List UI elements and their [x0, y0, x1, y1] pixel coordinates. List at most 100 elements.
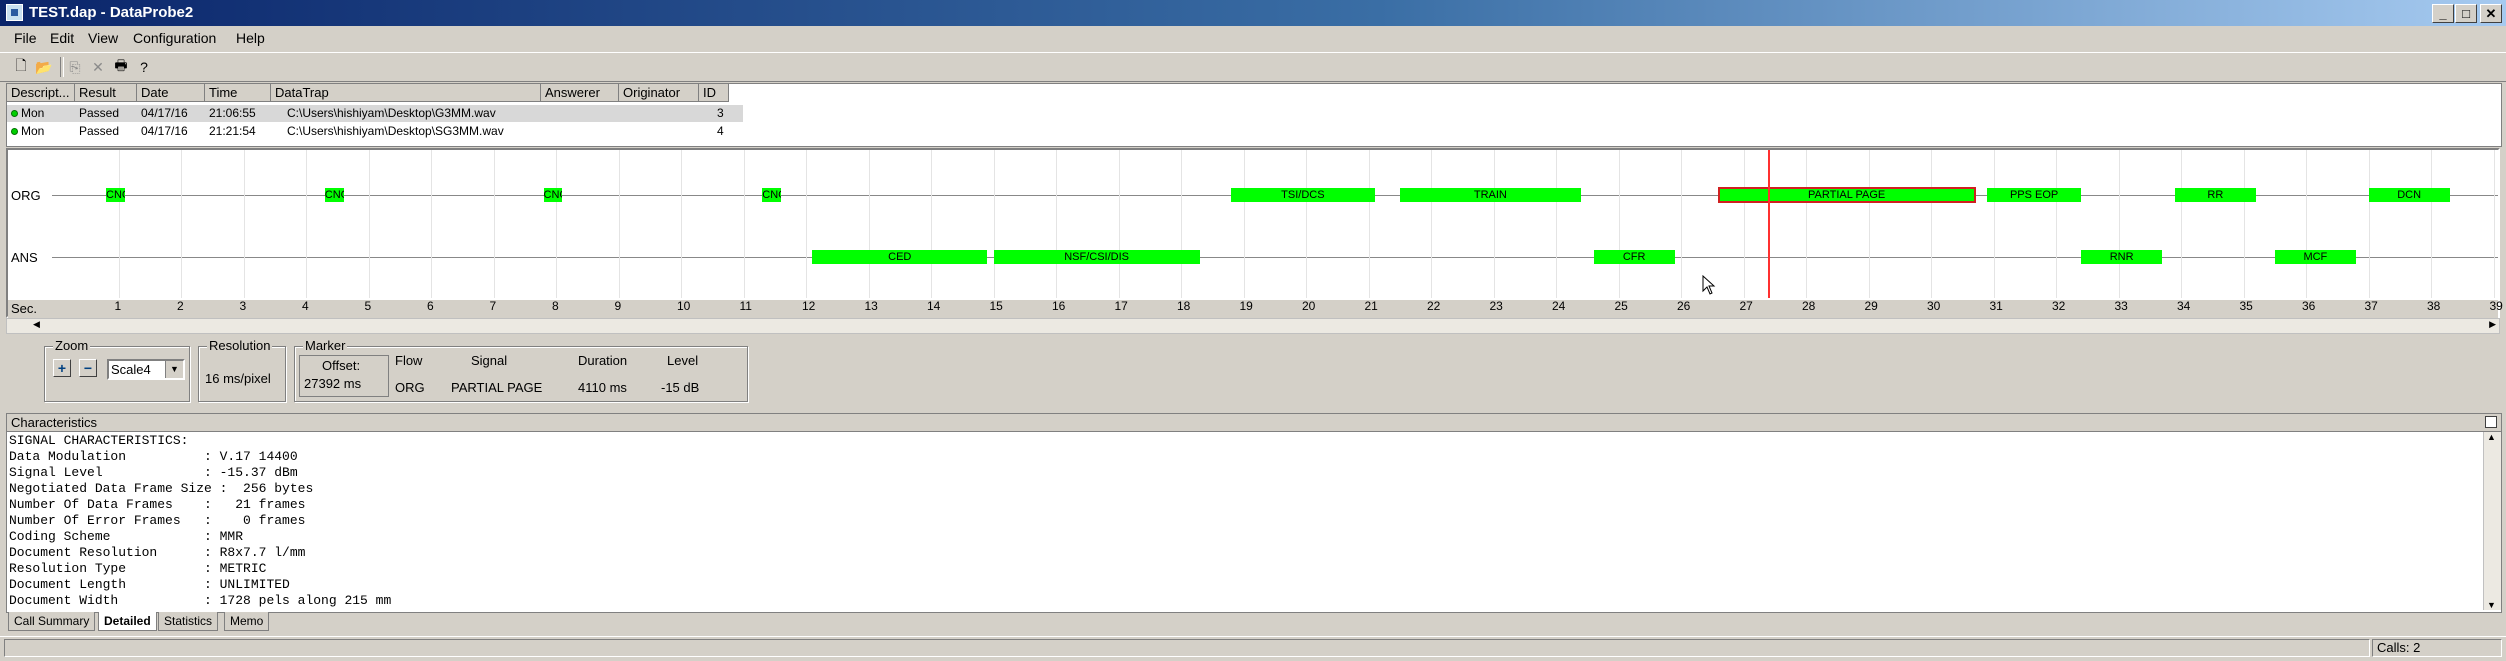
- time-tick-label: 12: [802, 299, 816, 313]
- menu-configuration[interactable]: Configuration: [133, 30, 216, 46]
- col-answerer[interactable]: Answerer: [541, 84, 619, 102]
- col-result[interactable]: Result: [75, 84, 137, 102]
- duration-value: 4110 ms: [578, 380, 627, 395]
- time-gridline: [2056, 150, 2057, 298]
- signal-ans-rnr[interactable]: RNR: [2081, 250, 2163, 264]
- tab-call-summary[interactable]: Call Summary: [8, 612, 96, 631]
- resolution-group: Resolution 16 ms/pixel: [198, 338, 286, 402]
- tab-statistics[interactable]: Statistics: [158, 612, 219, 631]
- signal-ans-ced[interactable]: CED: [812, 250, 988, 264]
- time-gridline: [181, 150, 182, 298]
- time-gridline: [681, 150, 682, 298]
- time-gridline: [618, 150, 620, 298]
- time-tick-label: 28: [1802, 299, 1816, 313]
- time-gridline: [743, 150, 745, 298]
- signal-org-tsi-dcs[interactable]: TSI/DCS: [1231, 188, 1375, 202]
- characteristic-line: Document Length : UNLIMITED: [9, 577, 290, 592]
- col-id[interactable]: ID: [699, 84, 729, 102]
- flow-header: Flow: [395, 353, 423, 368]
- status-dot-icon: [11, 110, 18, 117]
- time-gridline: [1556, 150, 1557, 298]
- signal-org-cng[interactable]: CNG: [543, 188, 563, 202]
- signal-ans-nsf-csi-dis[interactable]: NSF/CSI/DIS: [993, 250, 1200, 264]
- signal-org-rr[interactable]: RR: [2174, 188, 2256, 202]
- scroll-left-icon[interactable]: ◀: [33, 319, 40, 330]
- chevron-down-icon[interactable]: ▼: [165, 361, 183, 378]
- characteristics-header: Characteristics: [7, 414, 2501, 432]
- time-marker[interactable]: [1768, 150, 1770, 298]
- tab-detailed[interactable]: Detailed: [98, 612, 157, 631]
- time-gridline: [1056, 150, 1057, 298]
- col-originator[interactable]: Originator: [619, 84, 699, 102]
- zoom-in-button[interactable]: +: [53, 359, 71, 377]
- signal-org-pps-eop[interactable]: PPS EOP: [1987, 188, 2081, 202]
- col-date[interactable]: Date: [137, 84, 205, 102]
- restore-icon[interactable]: [2485, 416, 2497, 428]
- menu-view[interactable]: View: [88, 30, 118, 46]
- help-icon[interactable]: ?: [133, 57, 155, 77]
- cell-result: Passed: [79, 106, 120, 120]
- menu-help[interactable]: Help: [236, 30, 265, 46]
- scroll-down-icon[interactable]: ▼: [2487, 600, 2496, 610]
- time-gridline: [1118, 150, 1120, 298]
- signal-timeline[interactable]: ORG ANS Sec. 1 2 3 4 5 6 7 8 9 10 11 12 13 14 15 16 17 18…: [6, 148, 2503, 318]
- menu-file[interactable]: File: [14, 30, 37, 46]
- scroll-right-icon[interactable]: ▶: [2489, 319, 2496, 330]
- time-tick-label: 26: [1677, 299, 1691, 313]
- signal-ans-cfr[interactable]: CFR: [1593, 250, 1675, 264]
- characteristics-panel: Characteristics SIGNAL CHARACTERISTICS: D…: [6, 413, 2502, 613]
- scroll-up-icon[interactable]: ▲: [2487, 432, 2496, 442]
- signal-header: Signal: [471, 353, 508, 368]
- signal-org-partial-page[interactable]: PARTIAL PAGE: [1717, 187, 1976, 203]
- characteristics-scrollbar[interactable]: ▲ ▼: [2483, 432, 2501, 610]
- menu-bar: File Edit View Configuration Help: [0, 26, 2506, 50]
- signal-org-cng[interactable]: CNG: [762, 188, 781, 202]
- col-time[interactable]: Time: [205, 84, 271, 102]
- zoom-out-button[interactable]: −: [79, 359, 97, 377]
- timeline-hscrollbar[interactable]: ◀ ▶: [6, 318, 2500, 334]
- print-icon[interactable]: 🖶: [110, 57, 132, 77]
- signal-ans-mcf[interactable]: MCF: [2274, 250, 2356, 264]
- time-gridline: [1243, 150, 1245, 298]
- time-gridline: [306, 150, 307, 298]
- signal-org-dcn[interactable]: DCN: [2368, 188, 2450, 202]
- time-gridline: [1868, 150, 1870, 298]
- table-row[interactable]: Mon Passed 04/17/16 21:21:54 C:\Users\hi…: [7, 123, 2501, 140]
- time-gridline: [2431, 150, 2432, 298]
- menu-edit[interactable]: Edit: [50, 30, 74, 46]
- resolution-value: 16 ms/pixel: [205, 371, 271, 386]
- time-gridline: [2118, 150, 2120, 298]
- signal-org-cng[interactable]: CNG: [324, 188, 344, 202]
- scale-select[interactable]: Scale4 ▼: [107, 359, 185, 380]
- signal-org-train[interactable]: TRAIN: [1399, 188, 1581, 202]
- cell-result: Passed: [79, 124, 120, 138]
- open-folder-icon[interactable]: 📂: [33, 57, 55, 77]
- time-gridline: [1681, 150, 1682, 298]
- time-tick-label: 5: [364, 299, 372, 313]
- time-gridline: [1743, 150, 1745, 298]
- copy-icon[interactable]: ⎘: [64, 57, 86, 77]
- time-tick-label: 29: [1864, 299, 1878, 313]
- table-row[interactable]: Mon Passed 04/17/16 21:06:55 C:\Users\hi…: [7, 105, 2501, 122]
- app-icon[interactable]: [6, 4, 23, 21]
- col-descript[interactable]: Descript...: [7, 84, 75, 102]
- time-gridline: [1993, 150, 1995, 298]
- signal-org-cng[interactable]: CNG: [106, 188, 125, 202]
- new-file-icon[interactable]: 🗋: [10, 57, 32, 77]
- zoom-label: Zoom: [53, 338, 91, 353]
- col-datatrap[interactable]: DataTrap: [271, 84, 541, 102]
- time-tick-label: 14: [927, 299, 941, 313]
- tab-memo[interactable]: Memo: [224, 612, 270, 631]
- time-gridline: [431, 150, 432, 298]
- maximize-button[interactable]: □: [2455, 4, 2477, 23]
- time-tick-label: 25: [1614, 299, 1628, 313]
- minimize-button[interactable]: _: [2432, 4, 2454, 23]
- close-button[interactable]: ✕: [2480, 4, 2502, 23]
- time-gridline: [118, 150, 120, 298]
- time-tick-label: 4: [302, 299, 309, 313]
- time-gridline: [2181, 150, 2182, 298]
- delete-icon[interactable]: ✕: [87, 57, 109, 77]
- window-title: TEST.dap - DataProbe2: [29, 4, 194, 21]
- call-list: Descript... Result Date Time DataTrap An…: [6, 83, 2502, 147]
- time-tick-label: 1: [114, 299, 122, 313]
